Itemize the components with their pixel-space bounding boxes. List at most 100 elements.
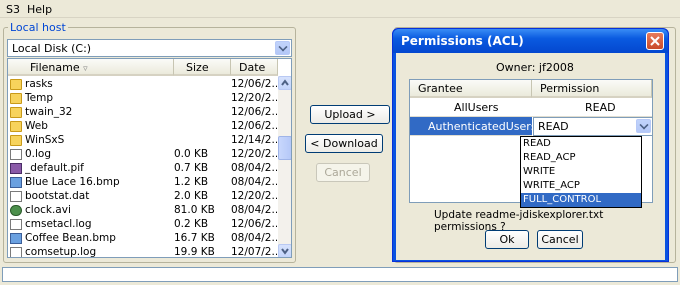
- file-row[interactable]: 0.log 0.0 KB 12/20/2...: [8, 148, 277, 162]
- file-row[interactable]: Blue Lace 16.bmp 1.2 KB 08/04/2...: [8, 176, 277, 190]
- file-row[interactable]: cmsetacl.log 0.2 KB 12/06/2...: [8, 218, 277, 232]
- file-date: 12/06/2...: [231, 120, 277, 132]
- file-row[interactable]: Coffee Bean.bmp 16.7 KB 08/04/2...: [8, 232, 277, 246]
- file-row[interactable]: _default.pif 0.7 KB 08/04/2...: [8, 162, 277, 176]
- document-icon: [10, 247, 22, 257]
- file-name: cmsetacl.log: [25, 218, 92, 230]
- drive-select-value: Local Disk (C:): [12, 42, 92, 55]
- column-date[interactable]: Date: [231, 59, 278, 76]
- grantee-cell: AuthenticatedUsers: [428, 120, 537, 133]
- file-row[interactable]: bootstat.dat 2.0 KB 12/20/2...: [8, 190, 277, 204]
- folder-icon: [10, 121, 22, 132]
- chevron-down-icon[interactable]: [636, 119, 651, 133]
- drive-select[interactable]: Local Disk (C:): [7, 39, 292, 57]
- file-date: 12/20/2...: [231, 190, 277, 202]
- file-size: 2.0 KB: [174, 190, 209, 202]
- file-row[interactable]: clock.avi 81.0 KB 08/04/2...: [8, 204, 277, 218]
- file-size: 1.2 KB: [174, 176, 209, 188]
- column-filename-label: Filename: [30, 61, 80, 74]
- close-icon[interactable]: [646, 32, 664, 50]
- file-name: Temp: [25, 92, 53, 104]
- file-name: Blue Lace 16.bmp: [25, 176, 120, 188]
- column-filename[interactable]: Filename ▿: [8, 59, 174, 76]
- download-button[interactable]: < Download: [305, 134, 383, 153]
- document-icon: [10, 149, 22, 160]
- image-icon: [10, 177, 22, 188]
- file-size: 16.7 KB: [174, 232, 215, 244]
- column-permission[interactable]: Permission: [532, 80, 652, 98]
- file-name: _default.pif: [25, 162, 84, 174]
- document-icon: [10, 219, 22, 230]
- acl-row-selected[interactable]: AuthenticatedUsers: [410, 117, 537, 136]
- dialog-cancel-button[interactable]: Cancel: [537, 230, 583, 249]
- file-date: 08/04/2...: [231, 232, 277, 244]
- file-date: 12/06/2...: [231, 218, 277, 230]
- file-name: Coffee Bean.bmp: [25, 232, 116, 244]
- option-read-acp[interactable]: READ_ACP: [521, 151, 641, 165]
- vertical-scrollbar[interactable]: [278, 76, 291, 257]
- file-row[interactable]: WinSxS 12/14/2...: [8, 134, 277, 148]
- file-row[interactable]: comsetup.log 19.9 KB 12/07/2...: [8, 246, 277, 258]
- file-name: WinSxS: [25, 134, 65, 146]
- permission-cell: READ: [585, 101, 616, 114]
- upload-button[interactable]: Upload >: [310, 105, 390, 124]
- option-write-acp[interactable]: WRITE_ACP: [521, 179, 641, 193]
- file-date: 08/04/2...: [231, 162, 277, 174]
- option-write[interactable]: WRITE: [521, 165, 641, 179]
- local-host-title: Local host: [8, 21, 68, 34]
- file-row[interactable]: Temp 12/20/2...: [8, 92, 277, 106]
- file-row[interactable]: Web 12/06/2...: [8, 120, 277, 134]
- status-bar: [2, 267, 678, 282]
- column-grantee[interactable]: Grantee: [410, 80, 532, 98]
- local-file-list[interactable]: Filename ▿ Size Date rasks 12/06/2... Temp…: [7, 58, 292, 258]
- owner-label: Owner: jf2008: [496, 61, 574, 74]
- file-name: bootstat.dat: [25, 190, 90, 202]
- file-date: 12/07/2...: [231, 246, 277, 258]
- file-date: 08/04/2...: [231, 176, 277, 188]
- folder-icon: [10, 135, 22, 146]
- dialog-body: Owner: jf2008 Grantee Permission AllUser…: [396, 53, 665, 260]
- app-icon: [10, 163, 22, 174]
- permission-select-value: READ: [538, 120, 569, 133]
- scroll-down-arrow-icon[interactable]: [278, 244, 291, 257]
- menu-help[interactable]: Help: [27, 3, 52, 16]
- file-size: 19.9 KB: [174, 246, 215, 258]
- acl-row[interactable]: AllUsers READ: [410, 98, 652, 117]
- grantee-cell: AllUsers: [454, 101, 499, 114]
- file-date: 12/06/2...: [231, 106, 277, 118]
- file-name: Web: [25, 120, 48, 132]
- column-size[interactable]: Size: [174, 59, 231, 76]
- file-date: 12/14/2...: [231, 134, 277, 146]
- file-name: clock.avi: [25, 204, 71, 216]
- permission-dropdown-list[interactable]: READ READ_ACP WRITE WRITE_ACP FULL_CONTR…: [520, 136, 642, 208]
- file-size: 0.0 KB: [174, 148, 209, 160]
- option-read[interactable]: READ: [521, 137, 641, 151]
- file-name: comsetup.log: [25, 246, 97, 258]
- folder-icon: [10, 79, 22, 90]
- file-name: twain_32: [25, 106, 73, 118]
- file-row[interactable]: twain_32 12/06/2...: [8, 106, 277, 120]
- menu-bar: S3 Help: [0, 0, 680, 18]
- document-icon: [10, 191, 22, 202]
- file-name: rasks: [25, 78, 53, 90]
- folder-icon: [10, 107, 22, 118]
- file-name: 0.log: [25, 148, 52, 160]
- dialog-titlebar[interactable]: Permissions (ACL): [393, 29, 668, 53]
- file-date: 12/20/2...: [231, 92, 277, 104]
- file-size: 0.2 KB: [174, 218, 209, 230]
- scroll-up-arrow-icon[interactable]: [278, 76, 291, 90]
- scroll-thumb[interactable]: [278, 136, 291, 160]
- file-size: 81.0 KB: [174, 204, 215, 216]
- file-row[interactable]: rasks 12/06/2...: [8, 78, 277, 92]
- menu-s3[interactable]: S3: [6, 3, 20, 16]
- ok-button[interactable]: Ok: [485, 230, 529, 249]
- folder-icon: [10, 93, 22, 104]
- option-full-control[interactable]: FULL_CONTROL: [521, 193, 641, 207]
- file-date: 12/06/2...: [231, 78, 277, 90]
- file-size: 0.7 KB: [174, 162, 209, 174]
- chevron-down-icon[interactable]: [275, 41, 290, 55]
- file-date: 08/04/2...: [231, 204, 277, 216]
- permission-select[interactable]: READ: [533, 117, 653, 136]
- image-icon: [10, 233, 22, 244]
- transfer-cancel-button: Cancel: [316, 163, 370, 182]
